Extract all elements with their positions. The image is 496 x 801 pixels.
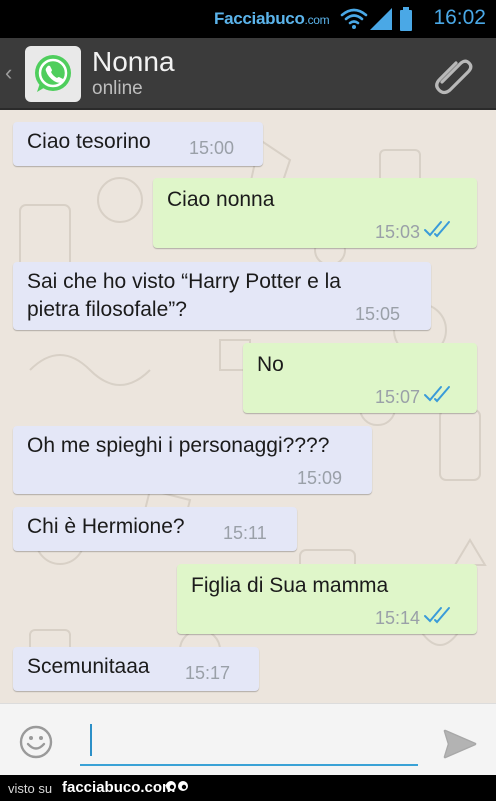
text-caret <box>90 724 92 756</box>
footer-site: facciabuco.com <box>62 779 176 796</box>
message-text: Figlia di Sua mamma <box>191 574 389 597</box>
message-bubble-incoming[interactable]: Ciao tesorino 15:00 <box>13 122 263 166</box>
message-text: pietra filosofale”? <box>27 298 187 321</box>
signal-icon <box>370 8 392 30</box>
paperclip-icon[interactable] <box>432 52 476 96</box>
message-bubble-outgoing[interactable]: Ciao nonna 15:03 <box>153 178 477 248</box>
message-input[interactable] <box>80 716 418 766</box>
watermark-footer: visto su facciabuco.com <box>0 775 496 801</box>
message-text: Sai che ho visto “Harry Potter e la <box>27 270 341 293</box>
wifi-icon <box>340 8 368 29</box>
message-time: 15:00 <box>189 138 235 158</box>
eyes-logo-icon <box>166 781 188 791</box>
send-icon[interactable] <box>442 726 478 762</box>
message-text: No <box>257 353 284 376</box>
message-composer <box>0 703 496 775</box>
watermark: Facciabuco.com <box>214 9 330 29</box>
message-text: Chi è Hermione? <box>27 515 185 538</box>
message-bubble-outgoing[interactable]: No 15:07 <box>243 343 477 413</box>
message-text: Ciao nonna <box>167 188 275 211</box>
whatsapp-logo[interactable] <box>25 46 81 102</box>
emoji-icon[interactable] <box>18 724 54 760</box>
chat-header: ‹ Nonna online <box>0 38 496 110</box>
message-text: Ciao tesorino <box>27 130 151 153</box>
contact-name[interactable]: Nonna <box>92 46 175 78</box>
message-time: 15:14 <box>375 608 421 628</box>
footer-prefix: visto su <box>8 781 53 796</box>
message-text: Scemunitaaa <box>27 655 150 678</box>
message-time: 15:03 <box>375 222 421 242</box>
message-bubble-incoming[interactable]: Scemunitaaa 15:17 <box>13 647 259 691</box>
read-ticks-icon <box>424 221 450 238</box>
message-bubble-incoming[interactable]: Oh me spieghi i personaggi???? 15:09 <box>13 426 372 494</box>
watermark-main: Facciabuco <box>214 9 305 28</box>
message-bubble-incoming[interactable]: Sai che ho visto “Harry Potter e la piet… <box>13 262 431 330</box>
message-time: 15:05 <box>355 304 401 324</box>
read-ticks-icon <box>424 607 450 624</box>
chat-area[interactable]: Ciao tesorino 15:00 Ciao nonna 15:03 Sai… <box>0 110 496 703</box>
message-bubble-incoming[interactable]: Chi è Hermione? 15:11 <box>13 507 297 551</box>
contact-status: online <box>92 78 143 99</box>
read-ticks-icon <box>424 386 450 403</box>
status-bar: Facciabuco.com 16:02 <box>0 0 496 38</box>
back-chevron-icon[interactable]: ‹ <box>5 60 12 86</box>
message-bubble-outgoing[interactable]: Figlia di Sua mamma 15:14 <box>177 564 477 634</box>
watermark-tld: .com <box>304 13 330 27</box>
clock: 16:02 <box>433 6 486 29</box>
message-time: 15:11 <box>223 523 267 543</box>
message-time: 15:09 <box>297 468 343 488</box>
message-time: 15:17 <box>185 663 231 683</box>
message-text: Oh me spieghi i personaggi???? <box>27 434 330 457</box>
status-icons <box>340 7 412 31</box>
message-time: 15:07 <box>375 387 421 407</box>
battery-icon <box>400 7 412 31</box>
